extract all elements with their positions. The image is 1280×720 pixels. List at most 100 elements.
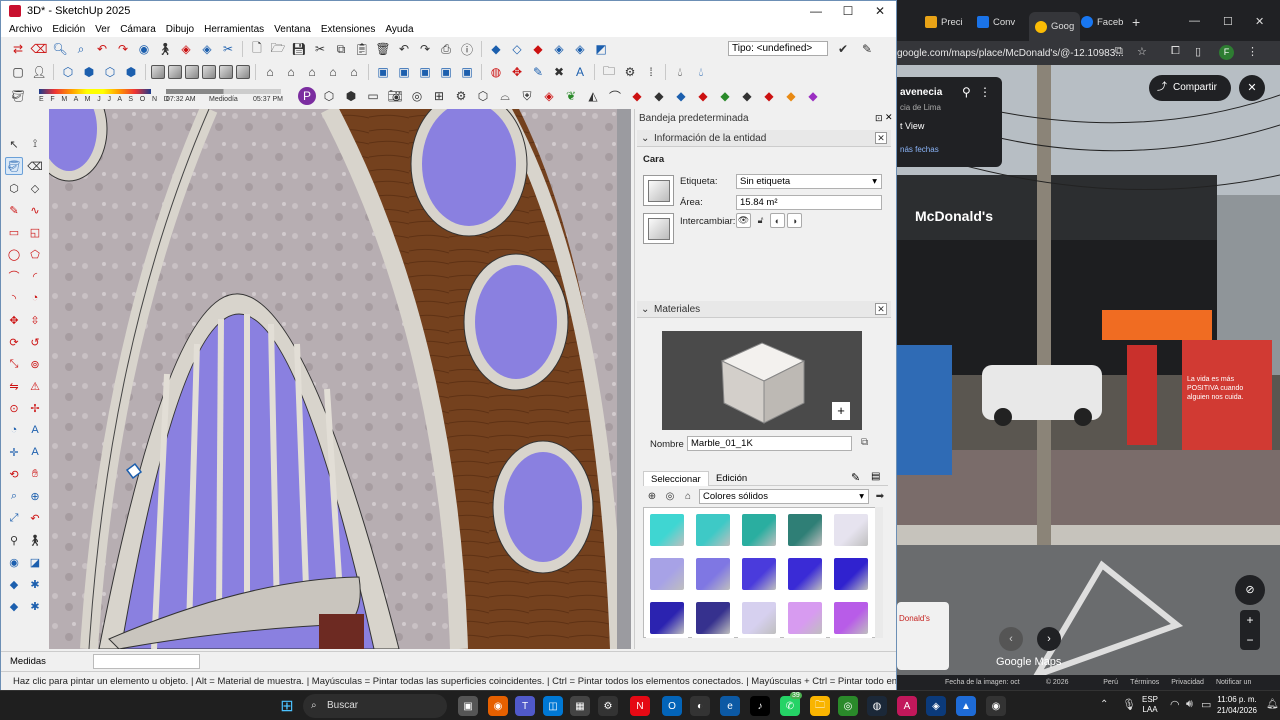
- ext-icon[interactable]: ◆: [5, 597, 23, 615]
- open-file-icon[interactable]: 🗁: [269, 40, 287, 58]
- freehand-icon[interactable]: ∿: [26, 201, 44, 219]
- iso-view-icon[interactable]: ⬡: [59, 63, 77, 81]
- scene-icon[interactable]: ▭: [364, 87, 382, 105]
- section-plane-icon[interactable]: ◈: [177, 40, 195, 58]
- language-indicator[interactable]: ESP LAA: [1142, 695, 1158, 715]
- previous-icon[interactable]: ↶: [26, 509, 44, 527]
- right-view-icon[interactable]: ⬢: [122, 63, 140, 81]
- visible-eye-icon[interactable]: 👁︎: [736, 213, 751, 228]
- browser-minimize-button[interactable]: —: [1189, 15, 1200, 27]
- menu-herramientas[interactable]: Herramientas: [204, 24, 264, 35]
- save-icon[interactable]: 💾︎: [290, 40, 308, 58]
- arc3-icon[interactable]: ◝: [5, 289, 23, 307]
- new-tab-icon[interactable]: +: [1132, 14, 1140, 30]
- rotated-rect-icon[interactable]: ◱: [26, 223, 44, 241]
- delete-icon[interactable]: 🗑︎: [374, 40, 392, 58]
- notification-bell-icon[interactable]: 🔔︎: [1266, 699, 1279, 710]
- street-view[interactable]: avenecia cia de Lima t View nás fechas ⚲…: [897, 65, 1280, 690]
- dots-icon[interactable]: ⁞: [642, 63, 660, 81]
- walk-icon[interactable]: 🚶︎: [156, 40, 174, 58]
- xray-style-icon[interactable]: [151, 65, 165, 79]
- tab-edit[interactable]: Edición: [709, 471, 754, 486]
- lock-icon[interactable]: 🔓︎: [753, 213, 768, 228]
- position-icon[interactable]: ⚲: [5, 531, 23, 549]
- browser-close-button[interactable]: ✕: [1255, 15, 1264, 28]
- leaf-icon[interactable]: ❦: [562, 87, 580, 105]
- browser-tab-3[interactable]: Goog: [1029, 12, 1081, 41]
- menu-ver[interactable]: Ver: [95, 24, 110, 35]
- eraser2-icon[interactable]: ◇: [26, 179, 44, 197]
- text-tool-icon[interactable]: A: [26, 421, 44, 439]
- shield-icon[interactable]: ⛨: [518, 87, 536, 105]
- match-photo-icon[interactable]: ◎: [408, 87, 426, 105]
- new-file-icon[interactable]: 🗋: [248, 40, 266, 58]
- volume-icon[interactable]: 🔊︎: [1186, 698, 1193, 711]
- material-swatch[interactable]: [692, 510, 734, 550]
- material-swatch[interactable]: [784, 598, 826, 638]
- offset-icon[interactable]: ⊚: [26, 355, 44, 373]
- pie-icon[interactable]: ◔: [26, 289, 44, 307]
- model-viewport[interactable]: [49, 109, 631, 649]
- dimension-tool-icon[interactable]: ✢: [26, 399, 44, 417]
- browser-tab-1[interactable]: Preci: [925, 10, 963, 34]
- bookmark-star-icon[interactable]: ☆: [1137, 45, 1147, 58]
- position-camera-icon[interactable]: ◉: [135, 40, 153, 58]
- shadow-time-slider[interactable]: [166, 89, 281, 94]
- material-thumb-back[interactable]: [643, 213, 674, 244]
- section-icon[interactable]: ◪: [26, 553, 44, 571]
- settings-icon[interactable]: ⚙: [598, 696, 618, 716]
- extensions-icon[interactable]: ⧠: [1171, 45, 1180, 58]
- material-tool-icon[interactable]: ◈: [540, 87, 558, 105]
- paint-bucket-tool-icon[interactable]: 🪣︎: [5, 157, 23, 175]
- previous-view-icon[interactable]: ↶: [93, 40, 111, 58]
- material-swatch[interactable]: [692, 554, 734, 594]
- redo-icon[interactable]: ↷: [416, 40, 434, 58]
- polygon-icon[interactable]: ⬠: [26, 245, 44, 263]
- wifi-icon[interactable]: ◠: [1170, 698, 1180, 711]
- tray-chevron-icon[interactable]: ⌃: [1100, 699, 1108, 710]
- eraser-tool-icon[interactable]: ⌫: [26, 157, 44, 175]
- union-icon[interactable]: ▣: [458, 63, 476, 81]
- menu-camara[interactable]: Cámara: [120, 24, 156, 35]
- undo-icon[interactable]: ↶: [395, 40, 413, 58]
- axis-red2-icon[interactable]: ◆: [694, 87, 712, 105]
- copy-material-icon[interactable]: ⧉: [861, 437, 868, 448]
- area-field[interactable]: 15.84 m²: [736, 195, 882, 210]
- axis-red3-icon[interactable]: ◆: [760, 87, 778, 105]
- arc-icon[interactable]: ⌓: [496, 87, 514, 105]
- rotate-icon[interactable]: ⟳: [5, 333, 23, 351]
- start-icon[interactable]: ⊞: [277, 696, 297, 716]
- panel-toggle-icon[interactable]: ▤: [871, 471, 880, 482]
- component-icon[interactable]: ▣: [374, 63, 392, 81]
- material-swatch[interactable]: [692, 598, 734, 638]
- material-swatch[interactable]: [646, 598, 688, 638]
- file-explorer-icon[interactable]: 🗀: [810, 696, 830, 716]
- arc2-icon[interactable]: ◜: [26, 267, 44, 285]
- move-icon[interactable]: ✥: [5, 311, 23, 329]
- terms-link[interactable]: Términos: [1130, 675, 1159, 690]
- axis-blue-icon[interactable]: ◆: [672, 87, 690, 105]
- group-icon[interactable]: ▣: [395, 63, 413, 81]
- battery-icon[interactable]: ▭: [1201, 698, 1211, 711]
- profile-builder-icon[interactable]: P: [298, 87, 316, 105]
- receive-shadows-icon[interactable]: ◐: [770, 213, 785, 228]
- netflix-icon[interactable]: N: [630, 696, 650, 716]
- smoove-icon[interactable]: ✥: [508, 63, 526, 81]
- minimap[interactable]: Donald's: [897, 602, 949, 670]
- house-front-icon[interactable]: ⌂: [261, 63, 279, 81]
- location-pin-icon[interactable]: ⚲: [962, 85, 971, 99]
- create-material-icon[interactable]: +: [832, 402, 850, 420]
- ext2-icon[interactable]: ✱: [26, 597, 44, 615]
- layout-icon[interactable]: ◩: [592, 40, 610, 58]
- zoom-controls[interactable]: + −: [1240, 610, 1260, 650]
- walk-tool-icon[interactable]: 🚶︎: [26, 531, 44, 549]
- axis-orange-icon[interactable]: ◆: [782, 87, 800, 105]
- lasso-icon[interactable]: ⟟: [26, 135, 44, 153]
- line-icon[interactable]: ✎: [5, 201, 23, 219]
- flip-icon[interactable]: ⇋: [5, 377, 23, 395]
- stamp-icon[interactable]: ✎: [529, 63, 547, 81]
- zoom-icon[interactable]: 🔍︎: [51, 40, 69, 58]
- nav-next-button[interactable]: ›: [1037, 627, 1061, 651]
- pan-icon[interactable]: ✋︎: [26, 465, 44, 483]
- url-field[interactable]: google.com/maps/place/McDonald's/@-12.10…: [897, 45, 1124, 62]
